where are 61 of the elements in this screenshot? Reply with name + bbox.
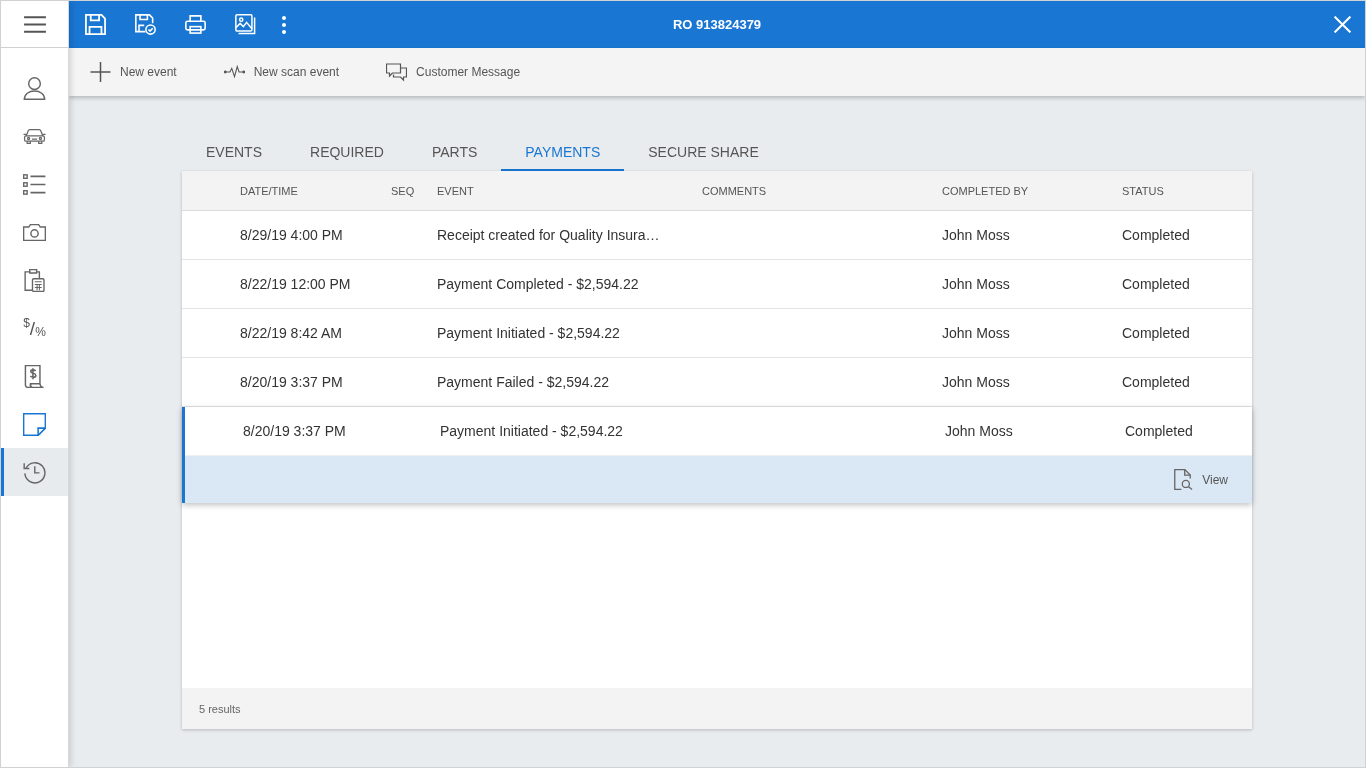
table-cell-text: John Moss	[942, 374, 1011, 390]
table-row[interactable]: 8/29/19 4:00 PM Receipt created for Quality Insura… John Moss Completed	[179, 211, 1252, 260]
sidebar-item[interactable]: $/%	[1, 304, 68, 352]
menu-button[interactable]	[1, 1, 68, 48]
history-icon	[23, 460, 46, 484]
more-icon	[282, 15, 286, 34]
column-header: DATE/TIME	[240, 184, 299, 197]
table-cell-text: John Moss	[942, 325, 1011, 341]
table-cell-text: John Moss	[942, 227, 1011, 243]
images-icon	[234, 14, 256, 35]
pulse-icon	[223, 62, 245, 82]
save-check-icon	[134, 14, 156, 35]
column-header: SEQ	[391, 184, 416, 197]
table-cell-text: Completed	[1122, 227, 1191, 243]
close-icon	[1333, 16, 1351, 33]
table-cell-text: 8/20/19 3:37 PM	[243, 423, 347, 439]
table-cell-text: 8/22/19 12:00 PM	[240, 276, 352, 292]
table-cell-text: Completed	[1125, 423, 1194, 439]
table-cell-text: Payment Initiated - $2,594.22	[437, 325, 621, 341]
sidebar-item[interactable]	[1, 448, 68, 496]
person-icon	[23, 76, 46, 100]
toolbar-button[interactable]: New event	[82, 56, 185, 88]
table-cell-text: 8/20/19 3:37 PM	[240, 374, 344, 390]
table-row[interactable]: 8/20/19 3:37 PM Payment Failed - $2,594.22 John Moss Completed	[179, 358, 1252, 407]
print-icon	[184, 14, 206, 35]
table-row[interactable]: 8/20/19 3:37 PM Payment Initiated - $2,594.22 John Moss Completed View	[182, 407, 1252, 503]
tab[interactable]: SECURE SHARE	[624, 134, 783, 171]
table-row[interactable]: 8/22/19 8:42 AM Payment Initiated - $2,594.22 John Moss Completed	[179, 309, 1252, 358]
table-cell-text: 8/22/19 8:42 AM	[240, 325, 343, 341]
clipboard-calculator-icon	[23, 268, 46, 292]
column-header: COMPLETED BY	[942, 184, 1030, 197]
table-cell-text: Payment Initiated - $2,594.22	[440, 423, 624, 439]
table-cell-text: Completed	[1122, 374, 1191, 390]
checklist-icon	[23, 172, 46, 196]
view-button[interactable]: View	[1170, 465, 1232, 494]
sticky-note-icon	[23, 412, 46, 436]
column-header: COMMENTS	[702, 184, 768, 197]
table-row[interactable]: 8/22/19 12:00 PM Payment Completed - $2,594.22 John Moss Completed	[179, 260, 1252, 309]
table-cell-text: Receipt created for Quality Insura…	[437, 227, 661, 243]
tab[interactable]: REQUIRED	[286, 134, 408, 171]
chat-icon	[386, 62, 408, 82]
document-search-icon	[1174, 469, 1194, 490]
save-icon	[84, 14, 106, 35]
plus-icon	[90, 62, 111, 82]
toolbar-button[interactable]: Customer Message	[378, 56, 529, 88]
receipt-dollar-icon	[23, 364, 46, 388]
toolbar-button[interactable]: New scan event	[215, 56, 348, 88]
tab[interactable]: EVENTS	[182, 134, 286, 171]
table-cell-text: 8/29/19 4:00 PM	[240, 227, 344, 243]
column-header: EVENT	[437, 184, 475, 197]
table-cell-text: John Moss	[945, 423, 1014, 439]
table-cell-text: Payment Failed - $2,594.22	[437, 374, 610, 390]
menu-icon	[23, 15, 46, 33]
table-cell-text: Payment Completed - $2,594.22	[437, 276, 640, 292]
table-cell-text: John Moss	[942, 276, 1011, 292]
table-cell-text: Completed	[1122, 325, 1191, 341]
tab[interactable]: PARTS	[407, 134, 502, 171]
column-header: STATUS	[1122, 184, 1165, 197]
results-count: 5 results	[199, 702, 241, 715]
table-cell-text: Completed	[1122, 276, 1191, 292]
window-title: RO 913824379	[672, 17, 762, 32]
